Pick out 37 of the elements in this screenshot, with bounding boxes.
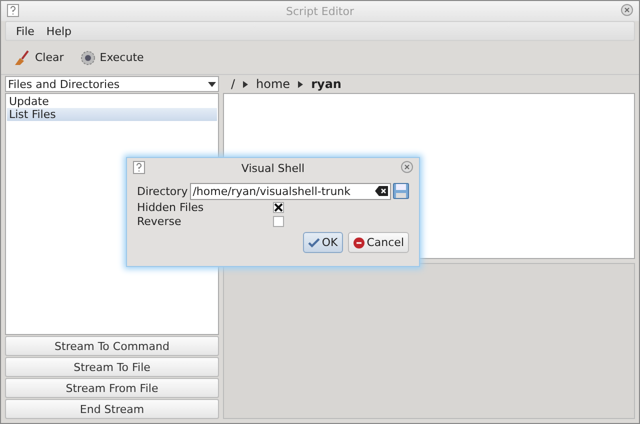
close-icon[interactable]: [621, 4, 633, 16]
ok-button[interactable]: OK: [302, 232, 343, 253]
clear-button[interactable]: Clear: [11, 48, 66, 68]
arrow-icon: [243, 80, 248, 88]
gear-icon: [80, 50, 96, 66]
cancel-icon: [352, 236, 365, 248]
close-icon[interactable]: [401, 161, 413, 173]
arrow-icon: [298, 80, 304, 88]
stream-button[interactable]: End Stream: [5, 399, 219, 419]
breadcrumb-item[interactable]: home: [256, 77, 290, 91]
clear-text-icon[interactable]: [375, 186, 388, 196]
cancel-button[interactable]: Cancel: [348, 232, 409, 253]
checkbox[interactable]: [273, 202, 284, 212]
menu-item[interactable]: File: [12, 24, 38, 38]
dropdown-arrow-icon: [208, 82, 216, 86]
stream-button[interactable]: Stream From File: [5, 378, 219, 398]
menu-item[interactable]: Help: [42, 24, 76, 38]
checkmark-icon: [308, 238, 320, 248]
list-item[interactable]: List Files: [7, 108, 217, 121]
broom-icon: [13, 50, 31, 66]
stream-button[interactable]: Stream To Command: [5, 336, 219, 356]
help-icon[interactable]: [133, 161, 145, 174]
directory-label: Directory: [137, 184, 188, 198]
execute-button[interactable]: Execute: [78, 48, 146, 68]
breadcrumb-item[interactable]: ryan: [311, 77, 342, 91]
option-label: Reverse: [137, 214, 182, 228]
directory-field[interactable]: /home/ryan/visualshell-trunk: [190, 182, 391, 200]
help-icon[interactable]: [7, 4, 19, 17]
breadcrumb-item[interactable]: /: [231, 77, 236, 91]
stream-button[interactable]: Stream To File: [5, 357, 219, 377]
save-icon[interactable]: [393, 183, 409, 199]
dialog-title: Visual Shell: [241, 162, 305, 174]
window-title: Script Editor: [286, 4, 354, 18]
checkbox[interactable]: [273, 216, 284, 226]
category-dropdown[interactable]: Files and Directories: [5, 76, 219, 92]
list-item[interactable]: Update: [7, 95, 217, 108]
option-label: Hidden Files: [137, 200, 205, 214]
